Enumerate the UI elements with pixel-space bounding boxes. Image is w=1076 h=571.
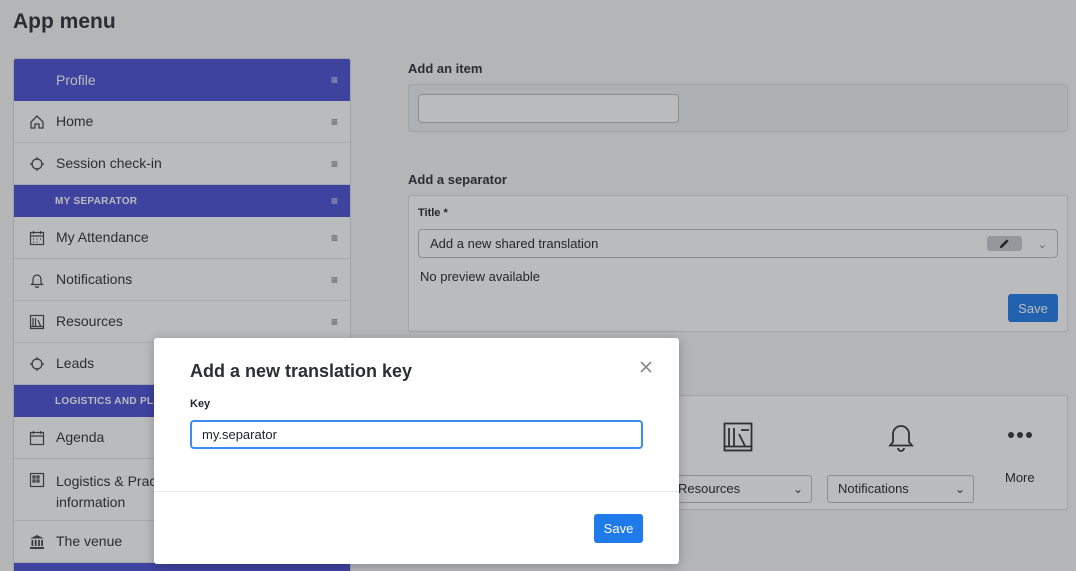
key-input[interactable] [190, 420, 643, 449]
modal-title: Add a new translation key [190, 361, 413, 381]
translation-key-modal: Add a new translation key Key Save [154, 338, 679, 564]
key-field-label: Key [190, 398, 211, 410]
close-icon[interactable] [639, 360, 655, 376]
modal-divider [154, 491, 679, 492]
modal-save-button[interactable]: Save [594, 514, 643, 543]
